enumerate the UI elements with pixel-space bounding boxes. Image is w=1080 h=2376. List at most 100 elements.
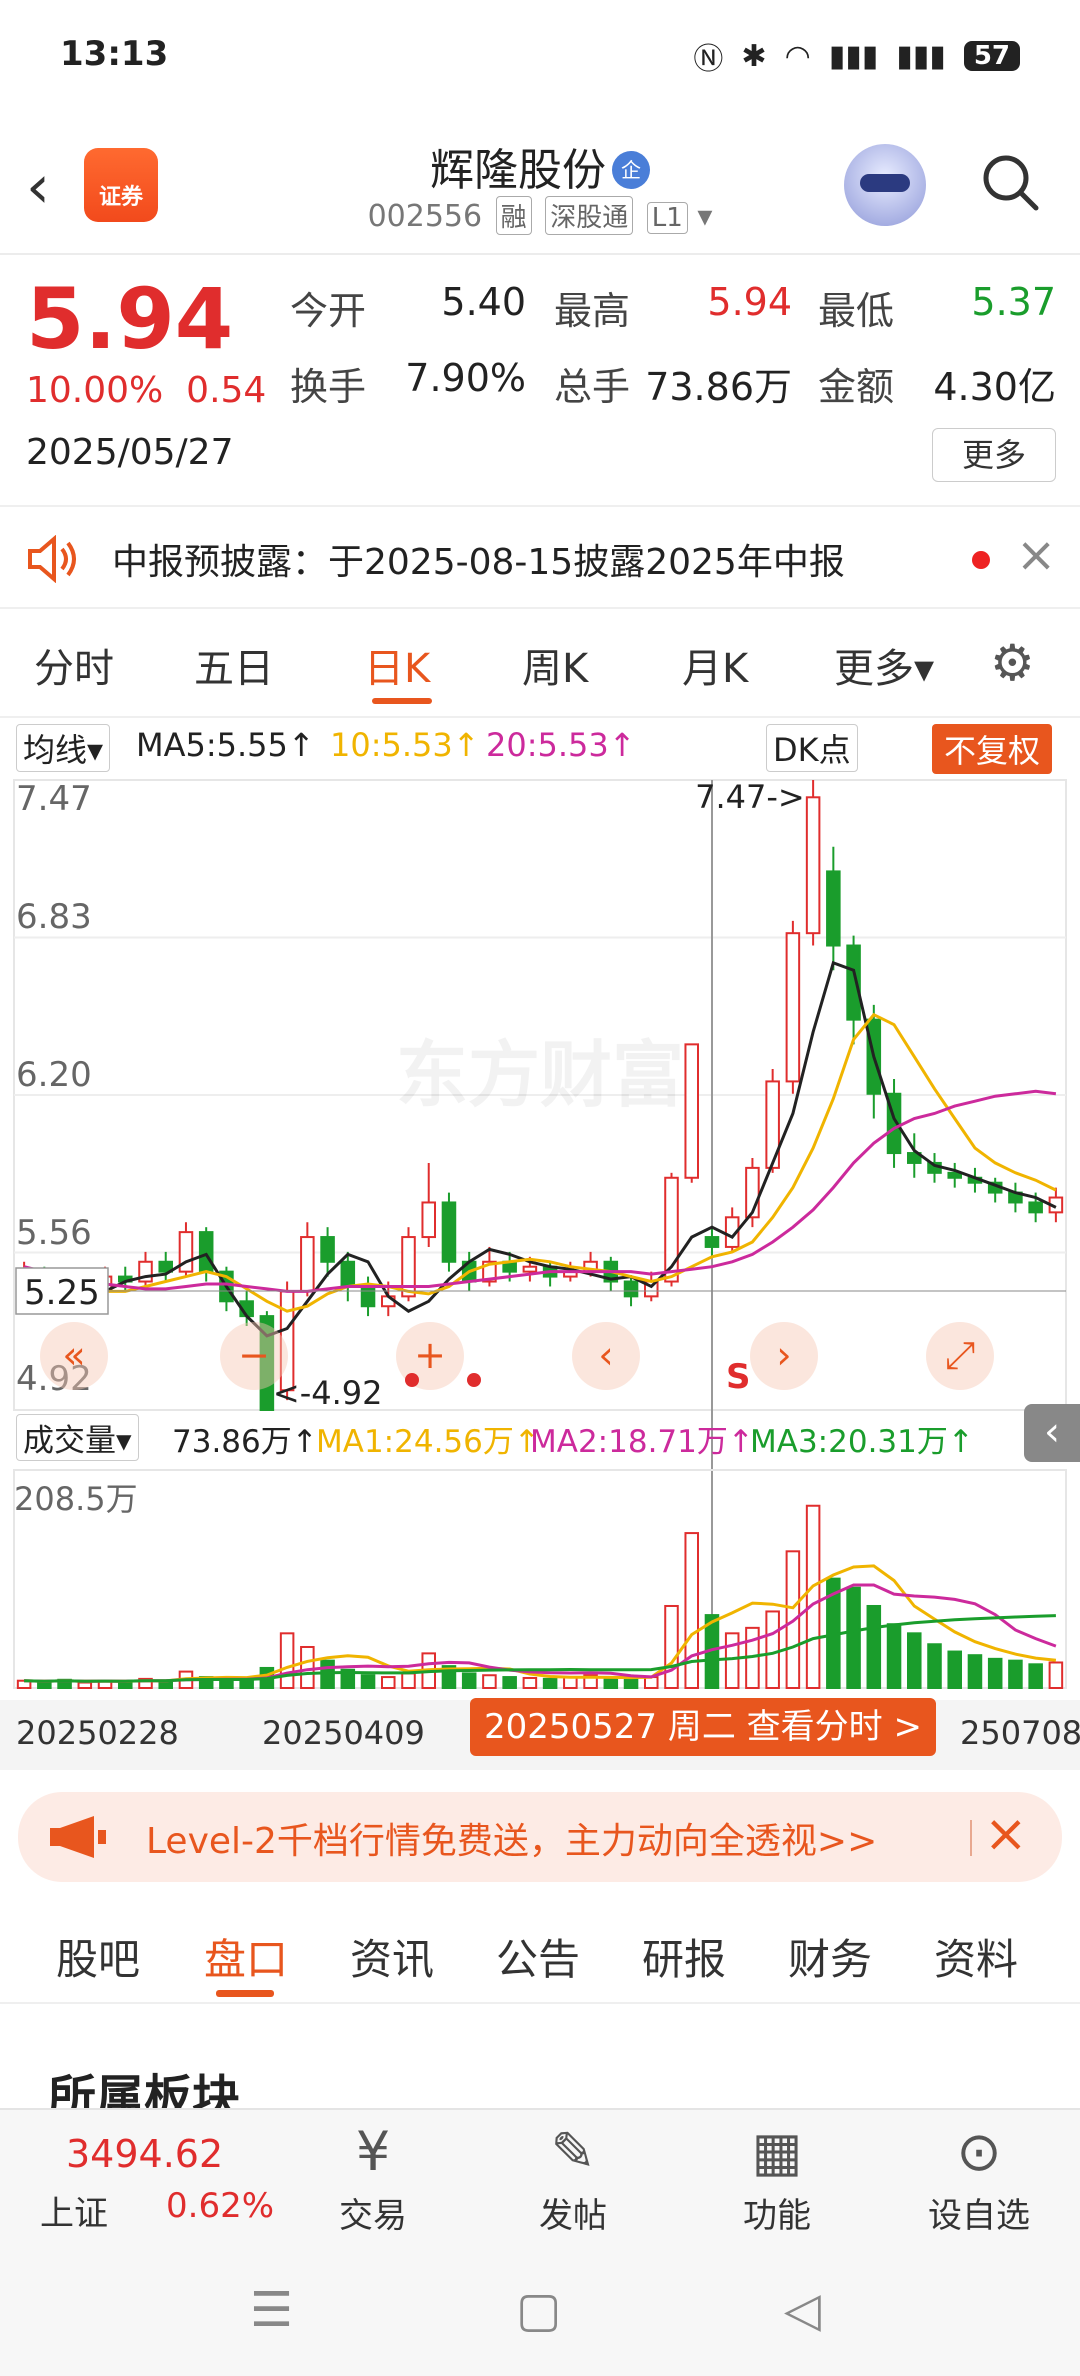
- price-axis-label: 6.83: [16, 897, 92, 937]
- volume-bar: [300, 1645, 315, 1689]
- unread-dot: [972, 551, 990, 569]
- robot-assistant-icon[interactable]: [844, 144, 926, 226]
- view-intraday-popup[interactable]: 20250527 周二 查看分时 >: [470, 1698, 936, 1756]
- volume-bar: [724, 1632, 740, 1689]
- volume-bar: [239, 1678, 254, 1690]
- price-axis-label: 5.56: [16, 1213, 92, 1253]
- signal-5g-icon: ▮▮▮: [828, 38, 879, 74]
- tab-weekly-k[interactable]: 周K: [522, 636, 588, 694]
- tab-monthly-k[interactable]: 月K: [682, 636, 748, 694]
- menu-icon[interactable]: ☰: [250, 2282, 293, 2338]
- volume-bar: [77, 1681, 93, 1689]
- volume-bar: [846, 1586, 861, 1689]
- wifi-icon: ◠: [784, 38, 811, 74]
- tab-announcements[interactable]: 公告: [496, 1926, 580, 1987]
- speaker-icon: [28, 535, 76, 583]
- home-icon[interactable]: ▢: [516, 2282, 561, 2338]
- high-label: 最高: [554, 289, 631, 333]
- tag-connect: 深股通: [545, 196, 634, 235]
- candle: [826, 870, 841, 947]
- add-watchlist-button[interactable]: ⊙ 设自选: [914, 2120, 1044, 2237]
- ma-select[interactable]: 均线▾: [16, 724, 111, 772]
- candle: [1028, 1201, 1043, 1214]
- candle: [805, 796, 821, 935]
- volume-bar: [765, 1610, 780, 1690]
- watermark: 东方财富: [396, 1033, 684, 1117]
- low-value: 5.37: [971, 280, 1056, 324]
- candle: [300, 1236, 315, 1293]
- turnover-value: 7.90%: [405, 356, 526, 400]
- volume-label: 总手: [554, 365, 631, 409]
- close-icon[interactable]: ×: [984, 1804, 1028, 1864]
- tab-forum[interactable]: 股吧: [56, 1926, 140, 1987]
- status-time: 13:13: [60, 34, 169, 74]
- current-price: 5.94: [26, 270, 234, 368]
- adjust-button[interactable]: 不复权: [932, 724, 1053, 774]
- notice-text: 中报预披露：于2025-08-15披露2025年中报: [112, 542, 845, 583]
- tab-news[interactable]: 资讯: [350, 1926, 434, 1987]
- more-button[interactable]: 更多: [932, 428, 1056, 482]
- kline-chart[interactable]: 东方财富 7.476.836.205.564.92 7.47-> <-4.92 …: [0, 770, 1080, 1700]
- candle: [421, 1201, 437, 1239]
- status-icons: Ⓝ ✱ ◠ ▮▮▮ ▮▮▮ 57: [693, 34, 1020, 78]
- low-marker: <-4.92: [273, 1374, 383, 1412]
- system-nav-bar: ☰ ▢ ◁: [0, 2244, 1080, 2376]
- volume-bar: [1028, 1663, 1043, 1689]
- collapse-arrow-icon[interactable]: ‹: [1024, 1404, 1080, 1462]
- volume-bar: [1008, 1659, 1023, 1689]
- tab-financials[interactable]: 财务: [788, 1926, 872, 1987]
- volume-bar: [461, 1672, 477, 1690]
- info-tabs: 股吧 盘口 资讯 公告 研报 财务 资料: [0, 1900, 1080, 2004]
- volume-bar: [906, 1632, 922, 1689]
- dropdown-icon[interactable]: ▾: [697, 199, 712, 234]
- volume-bar: [967, 1654, 983, 1690]
- change-pct: 10.00%: [26, 370, 164, 411]
- date-label-2: 20250409: [262, 1714, 425, 1752]
- search-icon[interactable]: [978, 150, 1042, 214]
- fullscreen-icon-glyph: ⤢: [945, 1333, 975, 1377]
- stock-header: ‹ 证券 辉隆股份企 002556 融 深股通 L1 ▾: [0, 130, 1080, 255]
- tab-more[interactable]: 更多▾: [834, 636, 934, 694]
- volume-current: 73.86万↑: [172, 1424, 318, 1460]
- date-label-3: 250708: [960, 1714, 1080, 1752]
- quote-date: 2025/05/27: [26, 432, 234, 473]
- index-name[interactable]: 上证: [40, 2186, 108, 2235]
- stock-name: 辉隆股份: [430, 145, 606, 196]
- promo-banner[interactable]: Level-2千档行情免费送，主力动向全透视>> ×: [18, 1792, 1062, 1882]
- event-dot: [467, 1373, 481, 1387]
- volume-bar: [502, 1676, 517, 1690]
- volume-bar: [360, 1674, 376, 1689]
- tab-research[interactable]: 研报: [642, 1926, 726, 1987]
- low-label: 最低: [818, 289, 895, 333]
- prev-icon-glyph: ‹: [598, 1333, 613, 1377]
- volume-select[interactable]: 成交量▾: [16, 1414, 139, 1461]
- corp-badge-icon: 企: [612, 151, 650, 189]
- change-value: 0.54: [186, 370, 267, 411]
- tab-intraday[interactable]: 分时: [34, 636, 114, 694]
- tab-profile[interactable]: 资料: [934, 1926, 1018, 1987]
- trade-button[interactable]: ¥ 交易: [308, 2120, 438, 2237]
- price-axis-label: 6.20: [16, 1055, 92, 1095]
- notice-bar[interactable]: 中报预披露：于2025-08-15披露2025年中报 ×: [0, 505, 1080, 609]
- next-icon-glyph: ›: [776, 1333, 791, 1377]
- index-value[interactable]: 3494.62: [66, 2132, 223, 2176]
- index-change[interactable]: 0.62%: [166, 2186, 274, 2226]
- dk-point-select[interactable]: DK点: [766, 724, 858, 772]
- gear-icon[interactable]: ⚙: [990, 634, 1035, 692]
- tab-daily-k[interactable]: 日K: [364, 636, 430, 694]
- vol-ma2: MA2:18.71万↑: [530, 1424, 754, 1460]
- current-price-label: 5.25: [24, 1273, 100, 1313]
- post-button[interactable]: ✎ 发帖: [508, 2120, 638, 2237]
- megaphone-icon: [50, 1816, 106, 1858]
- back-nav-icon[interactable]: ◁: [784, 2282, 821, 2338]
- tab-five-day[interactable]: 五日: [194, 636, 274, 694]
- volume-bar: [886, 1623, 902, 1690]
- functions-button[interactable]: ▦ 功能: [712, 2120, 842, 2237]
- volume-max-label: 208.5万: [14, 1480, 138, 1518]
- tab-order-book[interactable]: 盘口: [204, 1926, 288, 1987]
- close-icon[interactable]: ×: [1016, 527, 1056, 583]
- ma20-value: 20:5.53↑: [486, 726, 636, 764]
- ma-indicator-row: 均线▾ MA5:5.55↑ 10:5.53↑ 20:5.53↑ DK点 不复权: [0, 722, 1080, 774]
- grid-icon: ▦: [751, 2120, 803, 2183]
- vol-ma1: MA1:24.56万↑: [316, 1424, 540, 1460]
